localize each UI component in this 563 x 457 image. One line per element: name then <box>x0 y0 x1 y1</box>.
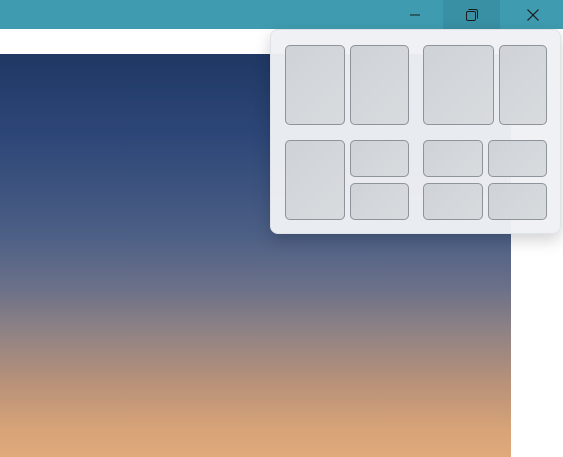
minimize-icon <box>409 14 420 15</box>
app-window <box>0 0 563 457</box>
restore-button[interactable] <box>443 0 500 29</box>
title-bar[interactable] <box>0 0 563 29</box>
snap-layouts-flyout <box>270 29 561 234</box>
snap-zone-wide-left[interactable] <box>423 45 494 125</box>
snap-zone-narrow-right[interactable] <box>499 45 547 125</box>
close-icon <box>526 8 539 21</box>
snap-zone-top-right-quadrant[interactable] <box>488 140 547 177</box>
snap-zone-bottom-right[interactable] <box>350 183 409 220</box>
restore-icon <box>465 8 478 21</box>
snap-zone-right-half[interactable] <box>350 45 409 125</box>
snap-zone-bottom-left-quadrant[interactable] <box>423 183 483 220</box>
snap-zone-left-column[interactable] <box>285 140 345 220</box>
snap-zone-top-left-quadrant[interactable] <box>423 140 483 177</box>
close-button[interactable] <box>502 0 563 29</box>
snap-zone-bottom-right-quadrant[interactable] <box>488 183 547 220</box>
minimize-button[interactable] <box>386 0 443 29</box>
snap-zone-left-half[interactable] <box>285 45 345 125</box>
snap-zone-top-right[interactable] <box>350 140 409 177</box>
